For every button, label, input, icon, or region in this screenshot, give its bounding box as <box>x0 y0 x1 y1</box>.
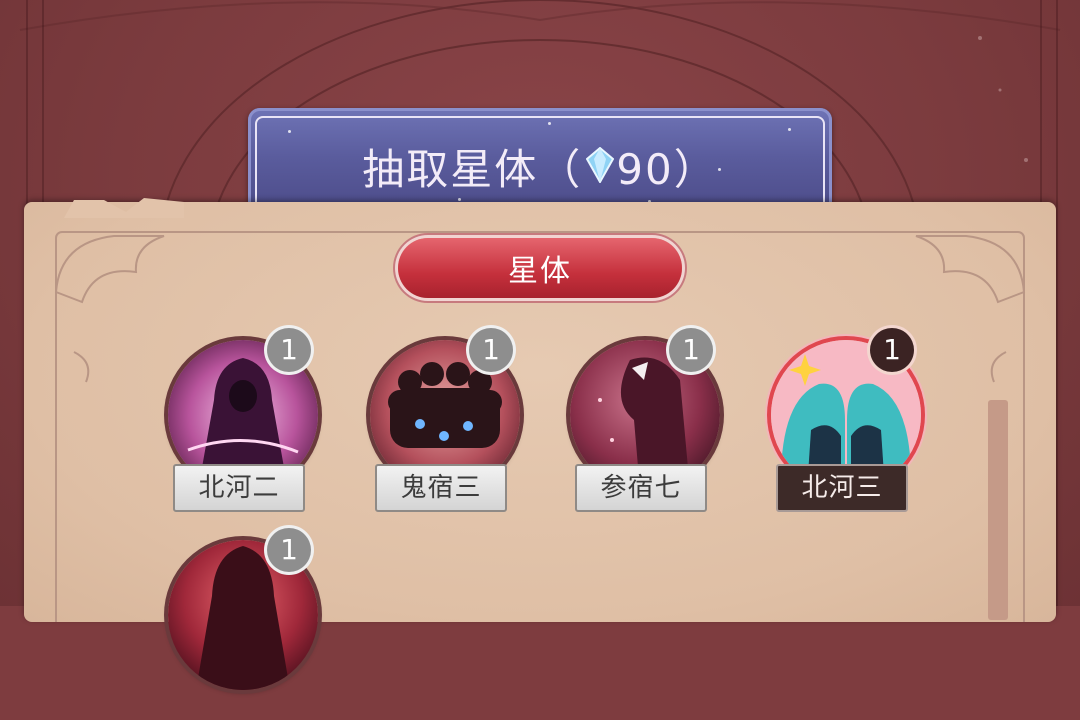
count-badge: 1 <box>870 328 914 372</box>
count-badge: 1 <box>267 328 311 372</box>
star-card-red-hooded[interactable]: 1 <box>165 528 325 720</box>
count-badge: 1 <box>267 528 311 572</box>
count-badge: 1 <box>669 328 713 372</box>
draw-cost: 90 <box>616 145 674 194</box>
draw-title: 抽取星体（ 90） <box>248 136 832 201</box>
star-name: 北河三 <box>776 464 908 512</box>
draw-close-paren: ） <box>673 145 718 194</box>
draw-label: 抽取星体（ <box>362 145 583 194</box>
star-card-shensu-qi[interactable]: 1 参宿七 <box>567 328 727 520</box>
star-card-beihe-er[interactable]: 1 北河二 <box>165 328 325 520</box>
tab-stars-label: 星体 <box>508 254 572 289</box>
star-card-guisu-san[interactable]: 1 鬼宿三 <box>367 328 527 520</box>
star-name: 北河二 <box>173 464 305 512</box>
star-name: 参宿七 <box>575 464 707 512</box>
scrollbar-track[interactable] <box>988 400 1008 620</box>
star-card-beihe-san[interactable]: 1 北河三 <box>768 328 928 520</box>
count-badge: 1 <box>469 328 513 372</box>
tab-stars[interactable]: 星体 <box>398 238 682 298</box>
crystal-gem-icon <box>585 144 615 193</box>
star-name: 鬼宿三 <box>375 464 507 512</box>
